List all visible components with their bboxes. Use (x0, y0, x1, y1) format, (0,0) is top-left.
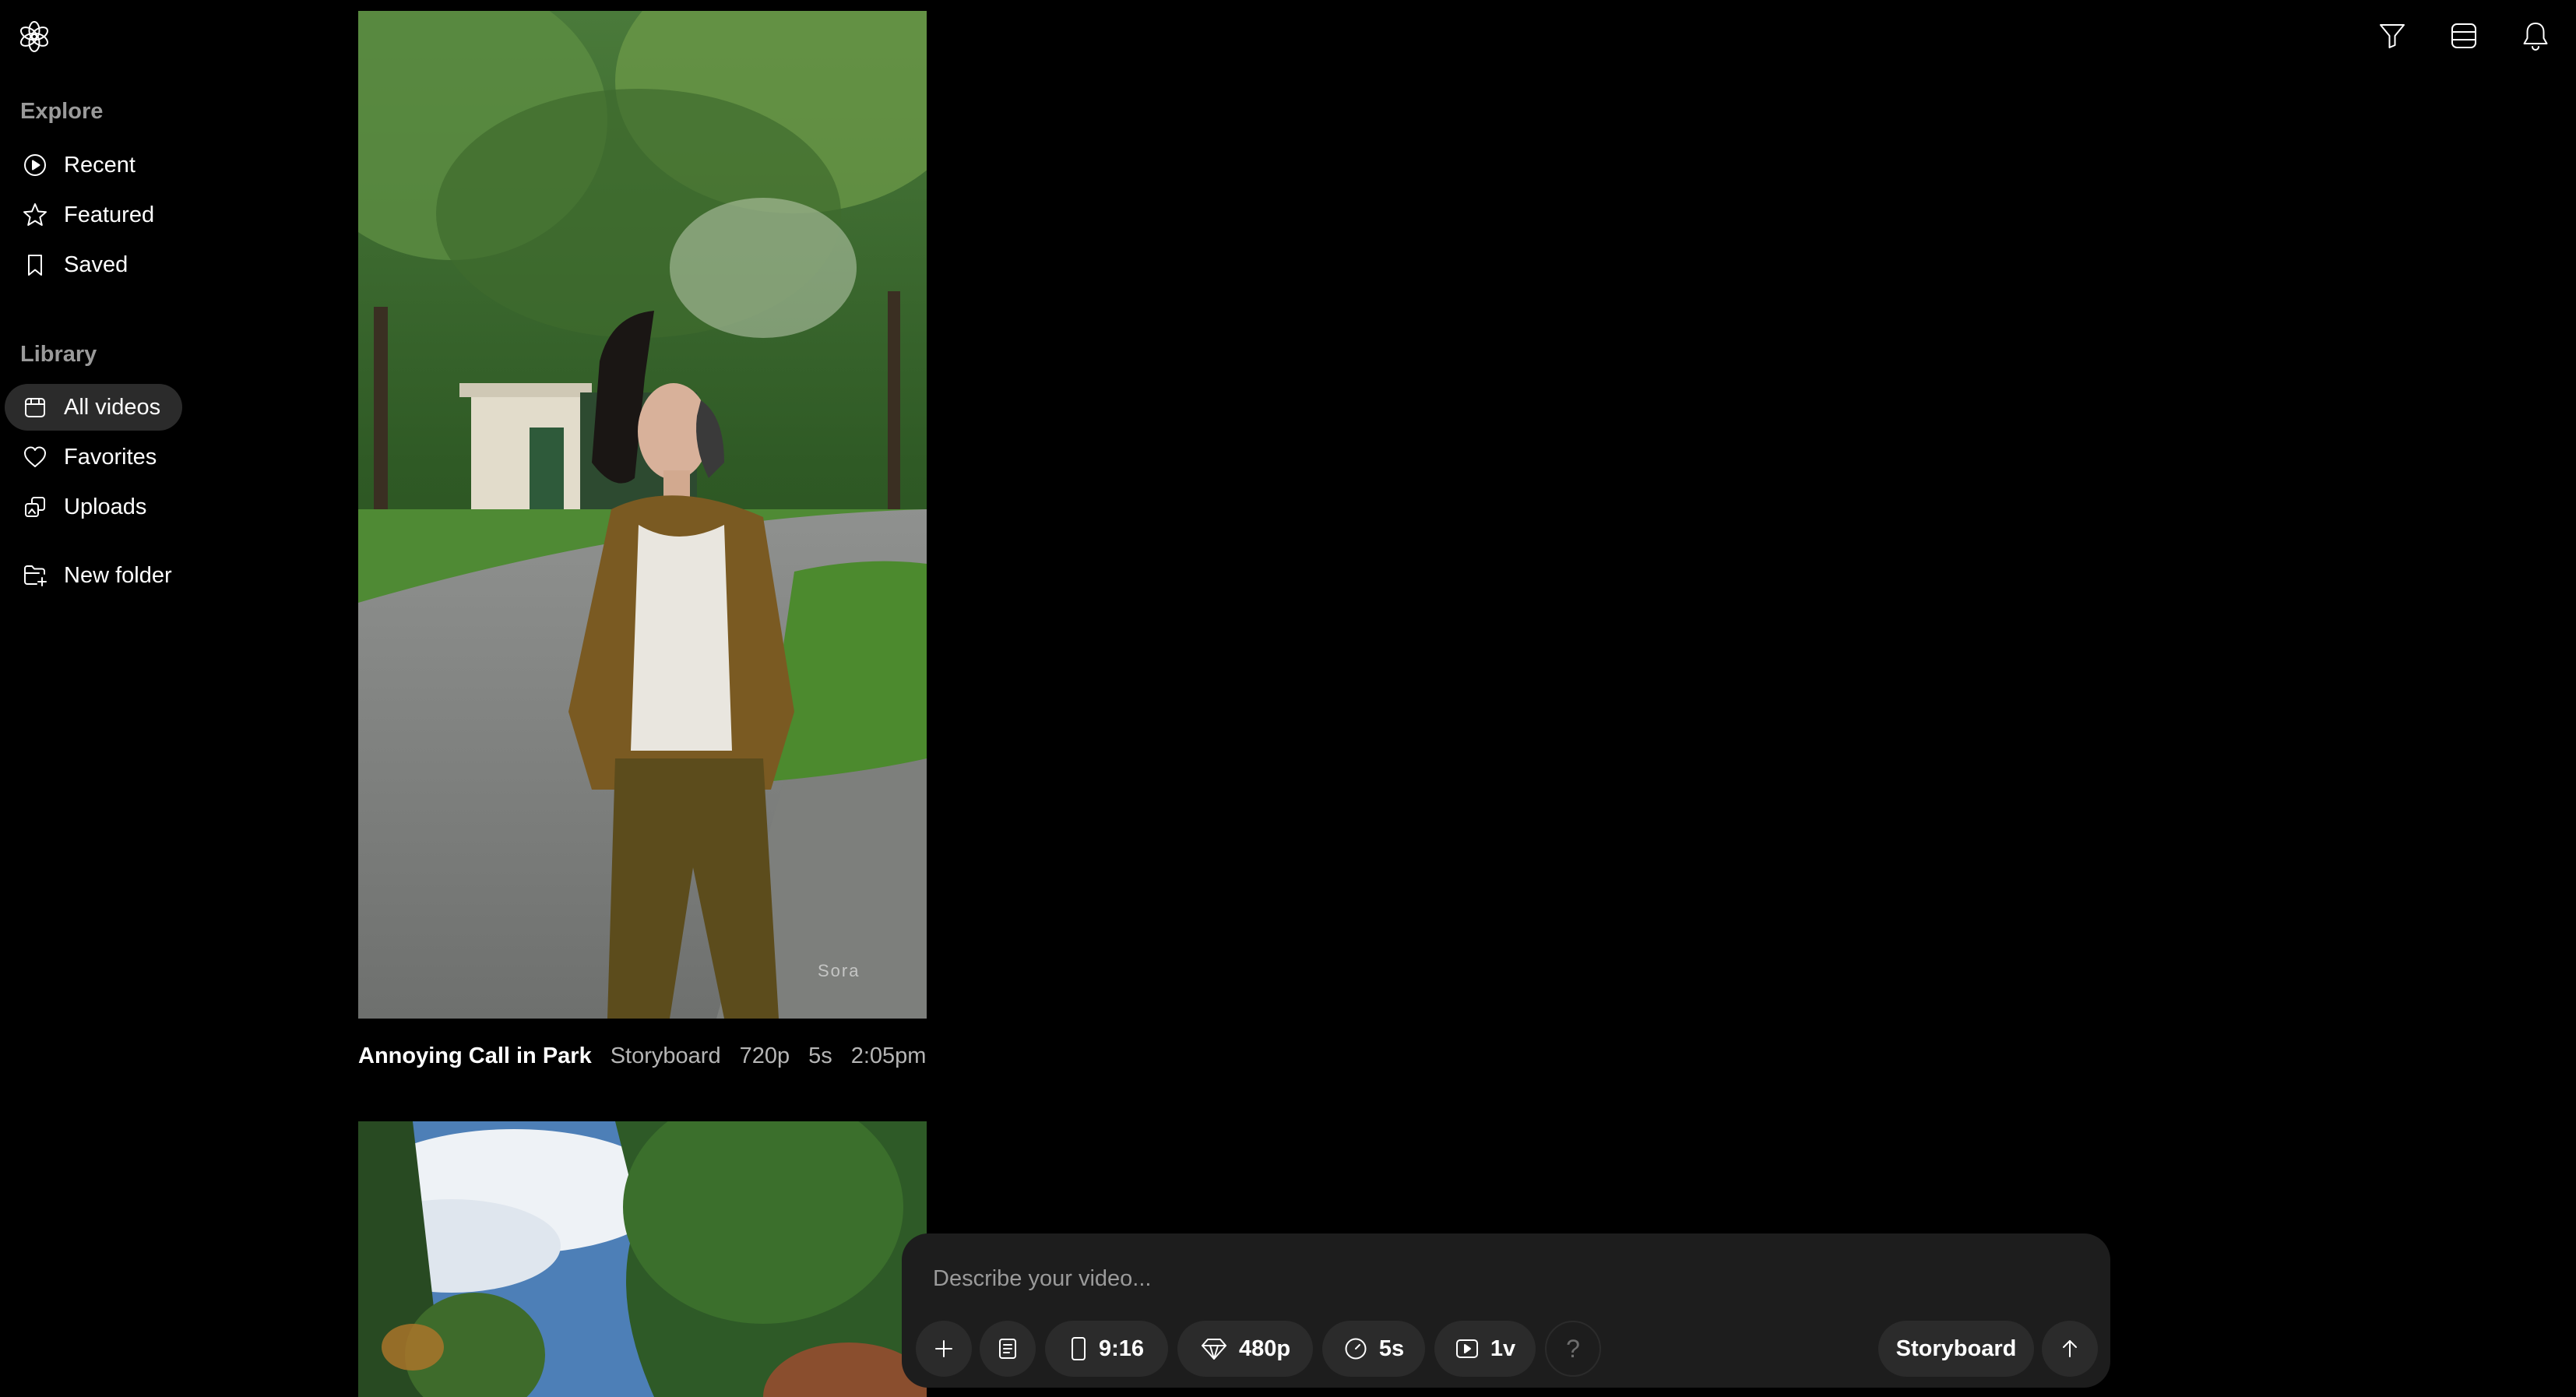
sidebar-item-featured[interactable]: Featured (5, 192, 176, 238)
aspect-ratio-value: 9:16 (1098, 1335, 1145, 1361)
clock-icon (1343, 1336, 1368, 1361)
sidebar-item-saved[interactable]: Saved (5, 241, 150, 288)
arrow-up-icon (2058, 1337, 2082, 1360)
star-icon (22, 202, 48, 228)
sidebar-item-all-videos[interactable]: All videos (5, 384, 183, 431)
plus-icon (932, 1337, 955, 1360)
app-logo-icon[interactable] (17, 19, 51, 54)
heart-icon (22, 444, 48, 470)
duration-value: 5s (1378, 1335, 1405, 1361)
filter-icon[interactable] (2377, 20, 2408, 51)
play-circle-icon (22, 152, 48, 178)
explore-section-title: Explore (20, 99, 104, 124)
watermark-text: Sora (818, 961, 860, 980)
sidebar-item-label: Featured (64, 202, 155, 227)
sidebar-item-label: Recent (64, 152, 135, 178)
sidebar-item-label: Uploads (64, 494, 147, 519)
bookmark-icon (22, 252, 48, 278)
folder-plus-icon (22, 562, 48, 589)
presets-button[interactable] (980, 1321, 1036, 1377)
diamond-icon (1200, 1336, 1228, 1361)
submit-button[interactable] (2042, 1321, 2098, 1377)
calendar-icon (22, 394, 48, 421)
resolution-value: 480p (1238, 1335, 1291, 1361)
library-section-title: Library (20, 342, 97, 367)
video-thumbnail[interactable] (358, 1121, 927, 1397)
duration-button[interactable]: 5s (1322, 1321, 1425, 1377)
sidebar-item-favorites[interactable]: Favorites (5, 434, 178, 480)
prompt-composer: 9:16 480p 5s 1v ? Storyboard (902, 1233, 2110, 1388)
bell-icon[interactable] (2520, 20, 2551, 51)
sidebar-item-uploads[interactable]: Uploads (5, 484, 168, 530)
help-button[interactable]: ? (1545, 1321, 1601, 1377)
uploads-icon (22, 494, 48, 520)
sidebar-item-new-folder[interactable]: New folder (5, 552, 194, 599)
sidebar-item-recent[interactable]: Recent (5, 142, 157, 188)
prompt-input[interactable] (933, 1266, 1867, 1292)
video-meta-row: Annoying Call in Park Storyboard 720p 5s… (358, 1043, 945, 1069)
sidebar-item-label: New folder (64, 562, 172, 588)
video-frame-icon (1455, 1336, 1480, 1361)
resolution-button[interactable]: 480p (1177, 1321, 1313, 1377)
video-thumbnail[interactable]: Sora (358, 11, 927, 1019)
layout-list-icon[interactable] (2448, 20, 2479, 51)
video-duration: 5s (808, 1043, 832, 1068)
video-time: 2:05pm (850, 1043, 927, 1068)
add-button[interactable] (916, 1321, 972, 1377)
aspect-ratio-button[interactable]: 9:16 (1045, 1321, 1168, 1377)
variations-button[interactable]: 1v (1434, 1321, 1536, 1377)
video-title[interactable]: Annoying Call in Park (358, 1043, 592, 1069)
video-type: Storyboard (610, 1043, 721, 1068)
video-resolution: 720p (739, 1043, 790, 1068)
sidebar-item-label: All videos (64, 394, 161, 420)
document-icon (996, 1337, 1019, 1360)
sidebar-item-label: Saved (64, 252, 128, 277)
variations-value: 1v (1490, 1335, 1516, 1361)
phone-portrait-icon (1069, 1336, 1088, 1361)
storyboard-button[interactable]: Storyboard (1878, 1321, 2034, 1377)
sidebar-item-label: Favorites (64, 444, 157, 470)
